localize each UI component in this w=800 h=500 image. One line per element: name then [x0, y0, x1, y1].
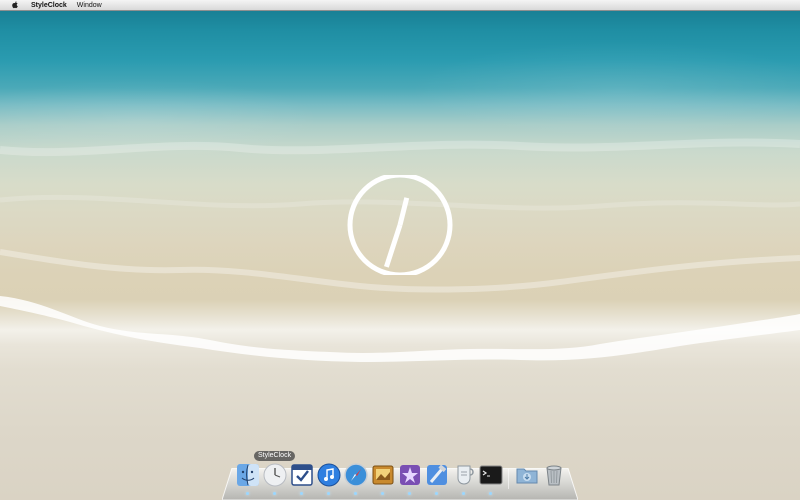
app-name-menu[interactable]: StyleClock [31, 2, 67, 9]
styleclock-icon [263, 463, 286, 487]
safari-icon [343, 463, 368, 487]
script-editor-dock-item[interactable] [450, 463, 477, 495]
running-indicator [462, 492, 465, 495]
dock-tooltip: StyleClock [254, 451, 296, 461]
iphoto-dock-item[interactable] [369, 463, 396, 495]
xcode-dock-item[interactable] [423, 463, 450, 495]
terminal-icon [479, 465, 502, 485]
script-editor-icon [457, 465, 474, 485]
finder-icon [236, 464, 259, 486]
running-indicator [273, 492, 276, 495]
menu-bar: StyleClock Window [0, 0, 800, 11]
running-indicator [435, 492, 438, 495]
running-indicator [408, 492, 411, 495]
styleclock-dock-item[interactable] [261, 463, 288, 495]
iphoto-icon [372, 465, 393, 485]
running-indicator [327, 492, 330, 495]
photo-app-dock-item[interactable] [396, 463, 423, 495]
omnifocus-icon [290, 464, 313, 486]
window-menu[interactable]: Window [77, 2, 102, 9]
finder-dock-item[interactable] [234, 463, 261, 495]
downloads-stack-icon [516, 468, 537, 484]
clock-minute-hand [384, 224, 403, 268]
running-indicator [300, 492, 303, 495]
terminal-dock-item[interactable] [477, 463, 504, 495]
trash-dock-item[interactable] [540, 463, 567, 491]
running-indicator [381, 492, 384, 495]
dock [234, 463, 567, 495]
style-clock-widget[interactable] [346, 175, 454, 275]
running-indicator [354, 492, 357, 495]
running-indicator [489, 492, 492, 495]
trash-icon [545, 465, 562, 486]
running-indicator [246, 492, 249, 495]
dock-separator [508, 469, 509, 489]
photo-app-icon [399, 465, 420, 485]
omnifocus-dock-item[interactable] [288, 463, 315, 495]
apple-menu-icon[interactable] [10, 1, 19, 10]
downloads-stack-dock-item[interactable] [513, 463, 540, 491]
xcode-icon [426, 464, 447, 485]
itunes-icon [317, 463, 340, 487]
clock-hour-hand [397, 197, 410, 226]
itunes-dock-item[interactable] [315, 463, 342, 495]
safari-dock-item[interactable] [342, 463, 369, 495]
